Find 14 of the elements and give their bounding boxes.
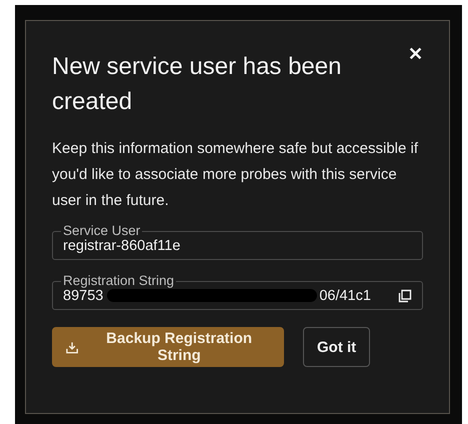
- got-it-button[interactable]: Got it: [303, 327, 370, 367]
- field-value: 89753: [63, 288, 104, 304]
- backup-button[interactable]: Backup Registration String: [52, 327, 284, 367]
- field-value: registrar-860af11e: [63, 238, 180, 254]
- field-label: Registration String: [62, 274, 176, 288]
- field-label: Service User: [62, 224, 142, 238]
- dialog-message: Keep this information somewhere safe but accessible if you'd like to associate more probes with this service user in the future.: [52, 139, 420, 211]
- copy-icon[interactable]: [398, 288, 412, 302]
- download-icon: [66, 340, 78, 354]
- close-button[interactable]: ✕: [404, 41, 427, 67]
- dialog-title: New service user has been created: [52, 52, 342, 117]
- field-value: 06/41c1: [319, 288, 371, 304]
- text-field[interactable]: Service User registrar-860af11e: [52, 224, 423, 260]
- text-field[interactable]: Registration String 89753 06/41c1: [52, 274, 423, 310]
